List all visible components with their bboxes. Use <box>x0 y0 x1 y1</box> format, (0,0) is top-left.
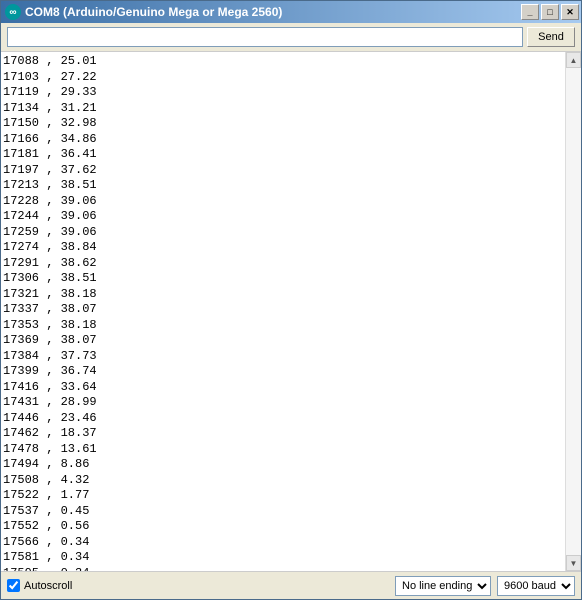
serial-monitor-window: COM8 (Arduino/Genuino Mega or Mega 2560)… <box>0 0 582 600</box>
autoscroll-label: Autoscroll <box>24 580 72 592</box>
close-button[interactable]: ✕ <box>561 4 579 20</box>
content-area: 17088 , 25.01 17103 , 27.22 17119 , 29.3… <box>1 52 581 571</box>
serial-output: 17088 , 25.01 17103 , 27.22 17119 , 29.3… <box>1 52 565 571</box>
arduino-icon <box>5 4 21 20</box>
autoscroll-checkbox[interactable] <box>7 579 20 592</box>
window-controls: _ □ ✕ <box>521 4 579 20</box>
line-ending-select[interactable]: No line ending <box>395 576 491 596</box>
minimize-button[interactable]: _ <box>521 4 539 20</box>
input-row: Send <box>1 23 581 52</box>
baud-rate-select[interactable]: 9600 baud <box>497 576 575 596</box>
window-titlebar: COM8 (Arduino/Genuino Mega or Mega 2560)… <box>1 1 581 23</box>
scroll-down-arrow[interactable]: ▼ <box>566 555 581 571</box>
vertical-scrollbar[interactable]: ▲ ▼ <box>565 52 581 571</box>
autoscroll-control: Autoscroll <box>7 579 389 592</box>
scroll-up-arrow[interactable]: ▲ <box>566 52 581 68</box>
scroll-track[interactable] <box>566 68 581 555</box>
send-button[interactable]: Send <box>527 27 575 47</box>
status-bar: Autoscroll No line ending 9600 baud <box>1 571 581 599</box>
window-title: COM8 (Arduino/Genuino Mega or Mega 2560) <box>25 5 521 19</box>
serial-send-input[interactable] <box>7 27 523 47</box>
maximize-button[interactable]: □ <box>541 4 559 20</box>
